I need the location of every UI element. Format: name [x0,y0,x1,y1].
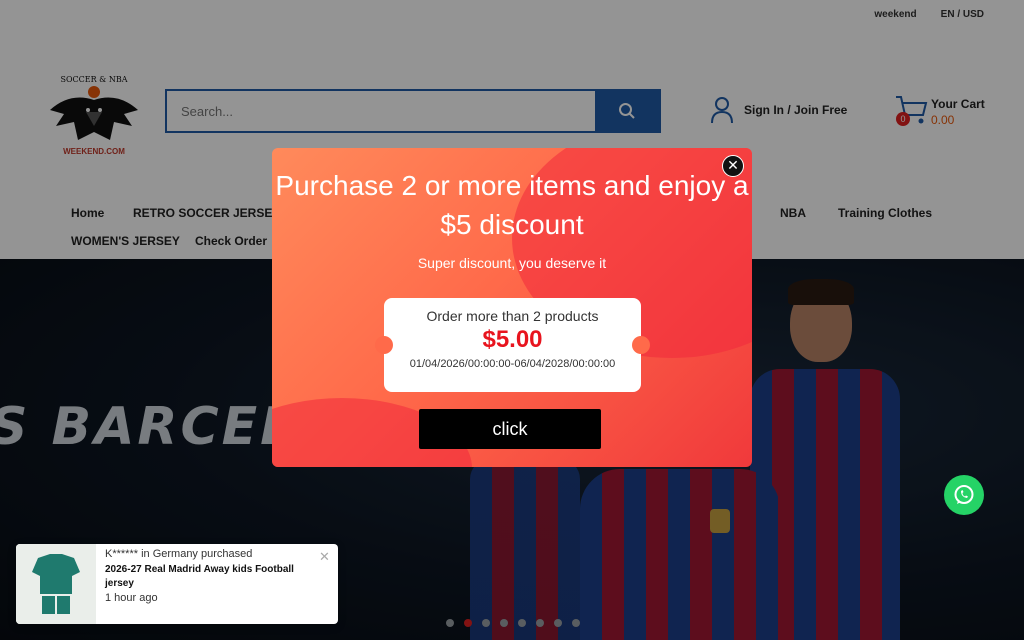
toast-time: 1 hour ago [105,592,158,604]
coupon-card: Order more than 2 products $5.00 01/04/2… [375,298,650,392]
discount-popup: Purchase 2 or more items and enjoy a $5 … [272,148,752,467]
popup-subtitle: Super discount, you deserve it [417,255,607,271]
coupon-value: $5.00 [482,326,543,353]
claim-coupon-button[interactable]: click [419,409,601,449]
coupon-validity: 01/04/2026/00:00:00-06/04/2028/00:00:00 [409,358,616,370]
coupon-condition: Order more than 2 products [426,308,599,324]
product-thumbnail [16,544,96,624]
recent-purchase-toast[interactable]: K****** in Germany purchased 2026-27 Rea… [16,544,338,624]
toast-product-name[interactable]: 2026-27 Real Madrid Away kids Football j… [105,563,315,591]
coupon-notch [632,336,650,354]
close-toast-button[interactable]: ✕ [319,549,330,565]
coupon-notch [375,336,393,354]
whatsapp-icon [954,485,974,504]
close-popup-button[interactable]: ✕ [722,155,744,177]
popup-title: Purchase 2 or more items and enjoy a $5 … [275,170,749,240]
whatsapp-chat-button[interactable] [944,475,984,515]
toast-buyer: K****** in Germany purchased [105,548,253,560]
